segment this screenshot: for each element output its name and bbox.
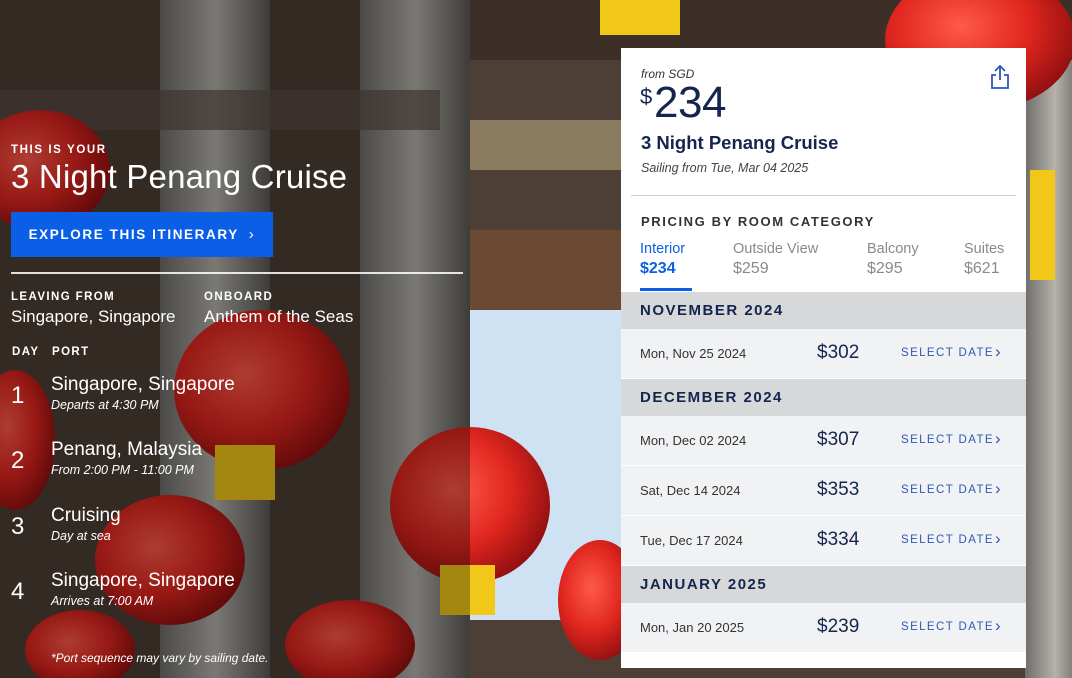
sailing-row-price: $334 (817, 529, 860, 550)
day-port-time: Arrives at 7:00 AM (51, 594, 154, 608)
leaving-from-value: Singapore, Singapore (11, 307, 176, 326)
tab-price: $234 (640, 260, 676, 277)
port-sequence-footnote: *Port sequence may vary by sailing date. (51, 651, 269, 665)
select-date-link[interactable]: SELECT DATE (901, 434, 994, 446)
tab-balcony[interactable]: Balcony $295 (867, 241, 919, 278)
tab-price: $621 (964, 260, 1000, 277)
day-port-time: From 2:00 PM - 11:00 PM (51, 463, 194, 477)
tab-suites[interactable]: Suites $621 (964, 241, 1004, 278)
currency-symbol: $ (640, 84, 653, 109)
sailing-row-price: $302 (817, 342, 860, 363)
chevron-right-icon: › (248, 226, 256, 243)
select-date-link[interactable]: SELECT DATE (901, 484, 994, 496)
tab-label: Suites (964, 241, 1005, 257)
chevron-right-icon: › (995, 616, 1001, 635)
divider (631, 195, 1016, 196)
active-tab-indicator (640, 288, 692, 291)
sailing-row-date: Mon, Jan 20 2025 (640, 620, 745, 635)
onboard-value: Anthem of the Seas (204, 307, 354, 326)
chevron-right-icon: › (995, 529, 1001, 548)
leaving-from-label: LEAVING FROM (11, 291, 116, 303)
sailing-date: Sailing from Tue, Mar 04 2025 (641, 161, 809, 175)
select-date-link[interactable]: SELECT DATE (901, 621, 994, 633)
sailing-row[interactable]: Mon, Dec 02 2024 $307 SELECT DATE › (621, 416, 1026, 466)
day-number: 1 (11, 382, 25, 409)
sailing-row-price: $307 (817, 429, 860, 450)
sailing-row[interactable]: Mon, Nov 25 2024 $302 SELECT DATE › (621, 329, 1026, 379)
tab-label: Outside View (733, 241, 819, 257)
explore-itinerary-button[interactable]: EXPLORE THIS ITINERARY › (11, 212, 273, 257)
sailing-row[interactable]: Sat, Dec 14 2024 $353 SELECT DATE › (621, 466, 1026, 516)
explore-itinerary-label: EXPLORE THIS ITINERARY (28, 227, 239, 242)
day-port-name: Singapore, Singapore (51, 570, 235, 591)
cruise-name: 3 Night Penang Cruise (641, 132, 839, 153)
pricing-header: PRICING BY ROOM CATEGORY (641, 214, 875, 229)
sailing-row-price: $353 (817, 479, 860, 500)
day-port-name: Cruising (51, 505, 121, 526)
day-number: 4 (11, 578, 25, 605)
hero-eyebrow: THIS IS YOUR (11, 144, 107, 156)
share-icon[interactable] (989, 64, 1011, 90)
sailing-row-date: Mon, Dec 02 2024 (640, 433, 747, 448)
starting-price-amount: 234 (654, 78, 726, 127)
port-column-header: PORT (52, 346, 90, 358)
pricing-card: from SGD $ 234 3 Night Penang Cruise Sai… (621, 48, 1026, 668)
chevron-right-icon: › (995, 479, 1001, 498)
month-header: JANUARY 2025 (621, 566, 1026, 603)
itinerary-panel: THIS IS YOUR 3 Night Penang Cruise EXPLO… (0, 0, 470, 678)
day-port-name: Singapore, Singapore (51, 374, 235, 395)
chevron-right-icon: › (995, 429, 1001, 448)
select-date-link[interactable]: SELECT DATE (901, 534, 994, 546)
day-number: 3 (11, 513, 25, 540)
onboard-label: ONBOARD (204, 291, 274, 303)
tab-outside-view[interactable]: Outside View $259 (733, 241, 818, 278)
day-column-header: DAY (12, 346, 40, 358)
chevron-right-icon: › (995, 342, 1001, 361)
sailing-row-date: Mon, Nov 25 2024 (640, 346, 747, 361)
sailing-row[interactable]: Tue, Dec 17 2024 $334 SELECT DATE › (621, 516, 1026, 566)
hero-title: 3 Night Penang Cruise (11, 158, 348, 195)
day-port-name: Penang, Malaysia (51, 439, 203, 460)
day-port-time: Day at sea (51, 529, 111, 543)
day-port-time: Departs at 4:30 PM (51, 398, 159, 412)
sailing-date-list: NOVEMBER 2024 Mon, Nov 25 2024 $302 SELE… (621, 292, 1026, 653)
sailing-row-date: Sat, Dec 14 2024 (640, 483, 741, 498)
tab-label: Balcony (867, 241, 919, 257)
tab-label: Interior (640, 241, 686, 257)
divider (11, 272, 463, 274)
tab-price: $295 (867, 260, 903, 277)
month-header: NOVEMBER 2024 (621, 292, 1026, 329)
sailing-row-price: $239 (817, 616, 860, 637)
tab-interior[interactable]: Interior $234 (640, 241, 685, 278)
month-header: DECEMBER 2024 (621, 379, 1026, 416)
select-date-link[interactable]: SELECT DATE (901, 347, 994, 359)
sailing-row-date: Tue, Dec 17 2024 (640, 533, 743, 548)
tab-price: $259 (733, 260, 769, 277)
sailing-row[interactable]: Mon, Jan 20 2025 $239 SELECT DATE › (621, 603, 1026, 653)
day-number: 2 (11, 447, 25, 474)
